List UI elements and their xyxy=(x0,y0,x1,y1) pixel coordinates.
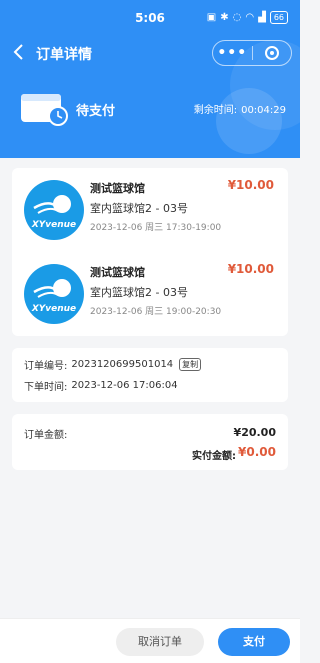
court-name: 室内篮球馆2 - 03号 xyxy=(90,202,188,215)
status-icons: ▣ ✱ ◌ ◠ ▟ 66 xyxy=(207,11,288,24)
battery-icon: 66 xyxy=(269,11,288,24)
countdown: 剩余时间: 00:04:29 xyxy=(190,101,286,116)
bluetooth-icon: ✱ xyxy=(220,12,229,23)
item-price: ¥10.00 xyxy=(227,262,274,276)
logo-text: XYvenue xyxy=(31,220,77,230)
pay-button[interactable]: 支付 xyxy=(218,628,290,656)
order-info-card: 订单编号: 2023120699501014 复制 下单时间: 2023-12-… xyxy=(12,348,288,402)
close-miniprogram-button[interactable] xyxy=(253,46,292,60)
paid-amount-label: 实付金额: xyxy=(192,451,236,462)
court-name: 室内篮球馆2 - 03号 xyxy=(90,286,188,299)
copy-button[interactable]: 复制 xyxy=(179,358,202,371)
order-amount-label: 订单金额: xyxy=(24,430,68,441)
logo-text: XYvenue xyxy=(31,304,77,314)
order-number-label: 订单编号: xyxy=(24,361,68,372)
decorative-circle xyxy=(216,88,282,154)
back-icon[interactable] xyxy=(12,42,26,62)
order-number-row: 订单编号: 2023120699501014 复制 xyxy=(24,357,202,372)
venue-name: 测试篮球馆 xyxy=(90,182,145,195)
venue-logo: XYvenue xyxy=(24,180,84,240)
order-time-row: 下单时间: 2023-12-06 17:06:04 xyxy=(24,378,178,393)
order-item[interactable]: XYvenue 测试篮球馆 ¥10.00 室内篮球馆2 - 03号 2023-1… xyxy=(12,252,288,332)
order-item[interactable]: XYvenue 测试篮球馆 ¥10.00 室内篮球馆2 - 03号 2023-1… xyxy=(12,168,288,248)
time-slot: 2023-12-06 周三 17:30-19:00 xyxy=(90,223,222,233)
order-number: 2023120699501014 xyxy=(71,359,174,370)
venue-name: 测试篮球馆 xyxy=(90,266,145,279)
amount-card: 订单金额: ¥20.00 实付金额: ¥0.00 xyxy=(12,414,288,470)
countdown-label: 剩余时间: xyxy=(193,105,238,116)
order-status-header: 5:06 ▣ ✱ ◌ ◠ ▟ 66 订单详情 ••• 待支付 剩余时间: 00:0… xyxy=(0,0,300,158)
venue-logo: XYvenue xyxy=(24,264,84,324)
cancel-order-button[interactable]: 取消订单 xyxy=(116,628,204,656)
status-bar: 5:06 ▣ ✱ ◌ ◠ ▟ 66 xyxy=(0,0,300,34)
order-status-text: 待支付 xyxy=(76,104,116,119)
miniprogram-capsule: ••• xyxy=(212,40,292,66)
basketball-swoosh-icon xyxy=(33,195,71,214)
order-amount: ¥20.00 xyxy=(233,426,276,439)
target-icon xyxy=(264,46,279,60)
time-slot: 2023-12-06 周三 19:00-20:30 xyxy=(90,307,222,317)
more-icon[interactable]: ••• xyxy=(213,46,252,60)
wifi-icon: ◠ xyxy=(245,12,255,23)
countdown-value: 00:04:29 xyxy=(241,105,286,116)
mute-icon: ◌ xyxy=(232,12,242,23)
item-price: ¥10.00 xyxy=(227,178,274,192)
signal-icon: ▟ xyxy=(258,12,266,23)
paid-amount: ¥0.00 xyxy=(238,445,276,459)
order-time-label: 下单时间: xyxy=(24,382,68,393)
bottom-action-bar: 取消订单 支付 xyxy=(0,618,300,663)
basketball-swoosh-icon xyxy=(33,279,71,298)
order-items-card: XYvenue 测试篮球馆 ¥10.00 室内篮球馆2 - 03号 2023-1… xyxy=(12,168,288,336)
order-time: 2023-12-06 17:06:04 xyxy=(71,380,178,391)
nfc-icon: ▣ xyxy=(206,12,217,23)
navigation-bar: 订单详情 ••• xyxy=(0,34,300,70)
wallet-clock-icon xyxy=(21,94,68,126)
page-title: 订单详情 xyxy=(36,47,92,63)
